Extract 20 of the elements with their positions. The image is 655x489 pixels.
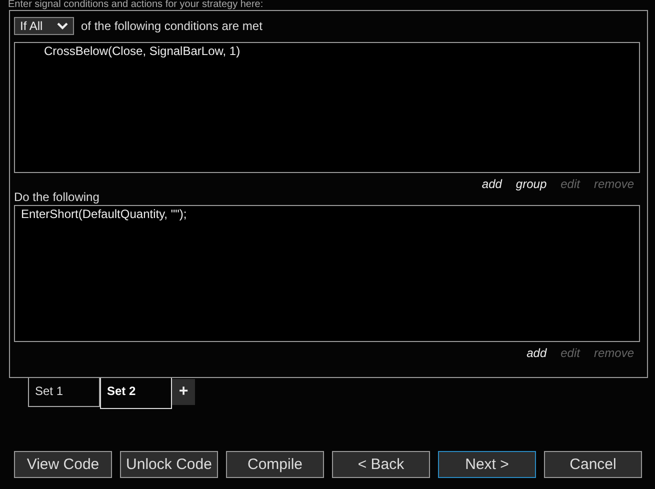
dialog-button[interactable]: < Back: [332, 451, 430, 478]
actions-list[interactable]: EnterShort(DefaultQuantity, "");: [14, 205, 640, 342]
conditions-label: of the following conditions are met: [81, 19, 262, 33]
actions-label: Do the following: [14, 189, 100, 205]
condition-mode-dropdown[interactable]: If All: [14, 17, 74, 35]
condition-link[interactable]: group: [516, 177, 547, 191]
dialog-button[interactable]: Next >: [438, 451, 536, 478]
set-tab[interactable]: Set 1: [28, 378, 100, 407]
action-item[interactable]: EnterShort(DefaultQuantity, "");: [15, 207, 639, 221]
dialog-button[interactable]: Unlock Code: [120, 451, 218, 478]
add-tab-button[interactable]: +: [172, 379, 195, 405]
action-link[interactable]: add: [526, 346, 547, 360]
dialog-button[interactable]: Compile: [226, 451, 324, 478]
instruction-text: Enter signal conditions and actions for your strategy here:: [7, 0, 264, 10]
chevron-down-icon: [57, 22, 68, 30]
condition-item[interactable]: CrossBelow(Close, SignalBarLow, 1): [15, 44, 639, 58]
condition-link[interactable]: add: [482, 177, 502, 191]
dialog-button[interactable]: View Code: [14, 451, 112, 478]
dialog-button[interactable]: Cancel: [544, 451, 642, 478]
conditions-list[interactable]: CrossBelow(Close, SignalBarLow, 1): [14, 42, 640, 173]
